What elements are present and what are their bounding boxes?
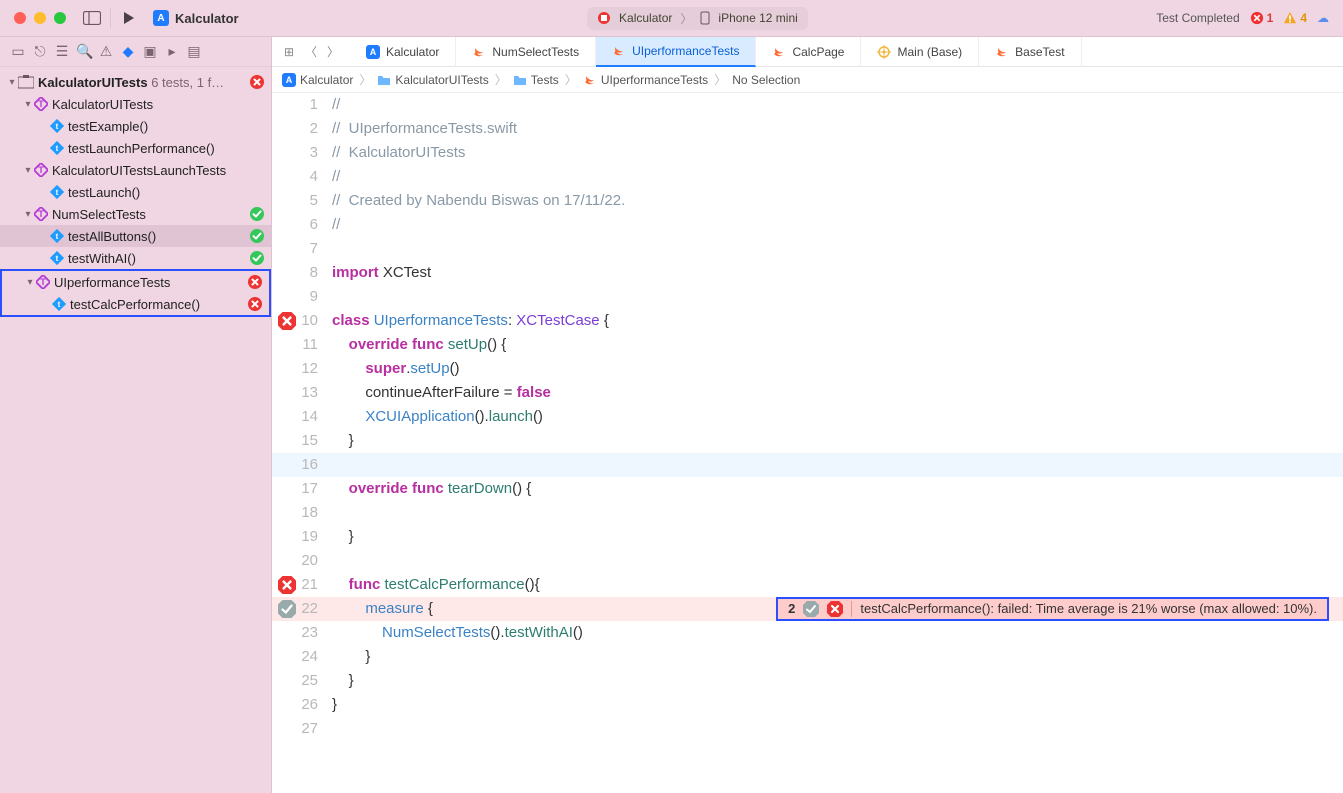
code-line[interactable]: 23 NumSelectTests().testWithAI()	[272, 621, 1343, 645]
breadcrumb-segment[interactable]: AKalculator	[282, 73, 353, 87]
code-line[interactable]: 9	[272, 285, 1343, 309]
cloud-status-icon[interactable]: ☁︎	[1317, 11, 1329, 25]
warning-count-badge[interactable]: 4	[1283, 11, 1307, 25]
code-line[interactable]: 15 }	[272, 429, 1343, 453]
test-plan-root[interactable]: ▾KalculatorUITests 6 tests, 1 f…	[0, 71, 271, 93]
gutter-issue-icon[interactable]	[278, 576, 296, 594]
code-line[interactable]: 21 func testCalcPerformance(){	[272, 573, 1343, 597]
source-control-navigator-icon[interactable]: ⎋	[32, 43, 48, 60]
editor-tab[interactable]: CalcPage	[756, 37, 861, 67]
test-navigator-tree: ▾KalculatorUITests 6 tests, 1 f…▾Kalcula…	[0, 67, 271, 793]
debug-navigator-icon[interactable]: ▣	[142, 43, 158, 60]
navigator-sidebar: ▭ ⎋ ☰ 🔍 ⚠ ◆ ▣ ▸ ▤ ▾KalculatorUITests 6 t…	[0, 37, 272, 793]
code-line[interactable]: 26}	[272, 693, 1343, 717]
project-title: A Kalculator	[153, 10, 239, 26]
editor-tab[interactable]: BaseTest	[979, 37, 1081, 67]
breadcrumb-segment[interactable]: No Selection	[732, 73, 800, 87]
titlebar: A Kalculator Kalculator 〉 iPhone 12 mini…	[0, 0, 1343, 37]
code-line[interactable]: 5// Created by Nabendu Biswas on 17/11/2…	[272, 189, 1343, 213]
find-navigator-icon[interactable]: 🔍	[76, 43, 92, 60]
test-navigator-icon[interactable]: ◆	[120, 43, 136, 60]
editor-area: ⊞ 〈 〉 AKalculatorNumSelectTestsUIperform…	[272, 37, 1343, 793]
code-line[interactable]: 19 }	[272, 525, 1343, 549]
scheme-device: iPhone 12 mini	[718, 11, 797, 25]
project-name: Kalculator	[175, 11, 239, 26]
test-suite-row[interactable]: ▾KalculatorUITests	[0, 93, 271, 115]
editor-tab[interactable]: NumSelectTests	[456, 37, 596, 67]
code-line[interactable]: 17 override func tearDown() {	[272, 477, 1343, 501]
navigator-selector-bar: ▭ ⎋ ☰ 🔍 ⚠ ◆ ▣ ▸ ▤	[0, 37, 271, 67]
test-case-row[interactable]: testLaunchPerformance()	[0, 137, 271, 159]
window-controls	[0, 12, 80, 24]
project-navigator-icon[interactable]: ▭	[10, 43, 26, 60]
code-line[interactable]: 8import XCTest	[272, 261, 1343, 285]
test-case-row[interactable]: testLaunch()	[0, 181, 271, 203]
minimize-window-button[interactable]	[34, 12, 46, 24]
code-line[interactable]: 25 }	[272, 669, 1343, 693]
code-line[interactable]: 24 }	[272, 645, 1343, 669]
test-suite-row[interactable]: ▾UIperformanceTests	[2, 271, 269, 293]
editor-tab[interactable]: UIperformanceTests	[596, 37, 756, 67]
code-line[interactable]: 10class UIperformanceTests: XCTestCase {	[272, 309, 1343, 333]
code-line[interactable]: 16	[272, 453, 1343, 477]
breadcrumb-segment[interactable]: KalculatorUITests	[377, 73, 488, 87]
code-line[interactable]: 14 XCUIApplication().launch()	[272, 405, 1343, 429]
app-icon: A	[153, 10, 169, 26]
code-line[interactable]: 4//	[272, 165, 1343, 189]
issue-navigator-icon[interactable]: ⚠	[98, 43, 114, 60]
code-line[interactable]: 18	[272, 501, 1343, 525]
test-case-row[interactable]: testCalcPerformance()	[2, 293, 269, 315]
code-line[interactable]: 2 testCalcPerformance(): failed: Time av…	[272, 597, 1343, 621]
breadcrumb-segment[interactable]: UIperformanceTests	[583, 73, 708, 87]
test-case-row[interactable]: testWithAI()	[0, 247, 271, 269]
nav-forward-button[interactable]: 〉	[324, 43, 342, 60]
activity-status: Test Completed	[1156, 11, 1239, 25]
editor-tab-bar: ⊞ 〈 〉 AKalculatorNumSelectTestsUIperform…	[272, 37, 1343, 67]
code-line[interactable]: 7	[272, 237, 1343, 261]
inline-error-banner[interactable]: 2 testCalcPerformance(): failed: Time av…	[776, 597, 1329, 621]
code-line[interactable]: 3// KalculatorUITests	[272, 141, 1343, 165]
scheme-selector[interactable]: Kalculator 〉 iPhone 12 mini	[587, 7, 808, 30]
scheme-target: Kalculator	[619, 11, 672, 25]
symbol-navigator-icon[interactable]: ☰	[54, 43, 70, 60]
code-line[interactable]: 2// UIperformanceTests.swift	[272, 117, 1343, 141]
test-case-row[interactable]: testExample()	[0, 115, 271, 137]
test-case-row[interactable]: testAllButtons()	[0, 225, 271, 247]
breakpoint-navigator-icon[interactable]: ▸	[164, 43, 180, 60]
test-suite-row[interactable]: ▾KalculatorUITestsLaunchTests	[0, 159, 271, 181]
editor-tab[interactable]: Main (Base)	[861, 37, 979, 67]
code-line[interactable]: 11 override func setUp() {	[272, 333, 1343, 357]
zoom-window-button[interactable]	[54, 12, 66, 24]
code-line[interactable]: 20	[272, 549, 1343, 573]
gutter-issue-icon[interactable]	[278, 312, 296, 330]
test-suite-row[interactable]: ▾NumSelectTests	[0, 203, 271, 225]
code-line[interactable]: 12 super.setUp()	[272, 357, 1343, 381]
code-line[interactable]: 13 continueAfterFailure = false	[272, 381, 1343, 405]
error-count-badge[interactable]: 1	[1250, 11, 1274, 25]
code-line[interactable]: 27	[272, 717, 1343, 741]
close-window-button[interactable]	[14, 12, 26, 24]
nav-back-button[interactable]: 〈	[302, 43, 320, 60]
editor-tab[interactable]: AKalculator	[350, 37, 456, 67]
source-editor[interactable]: 1//2// UIperformanceTests.swift3// Kalcu…	[272, 93, 1343, 793]
breadcrumb-segment[interactable]: Tests	[513, 73, 559, 87]
chevron-right-icon: 〉	[680, 10, 692, 27]
code-line[interactable]: 1//	[272, 93, 1343, 117]
report-navigator-icon[interactable]: ▤	[186, 43, 202, 60]
code-line[interactable]: 6//	[272, 213, 1343, 237]
related-items-icon[interactable]: ⊞	[280, 45, 298, 59]
toggle-sidebar-button[interactable]	[80, 6, 104, 30]
run-button[interactable]	[117, 6, 141, 30]
gutter-issue-icon[interactable]	[278, 600, 296, 618]
jump-bar[interactable]: AKalculator〉KalculatorUITests〉Tests〉UIpe…	[272, 67, 1343, 93]
